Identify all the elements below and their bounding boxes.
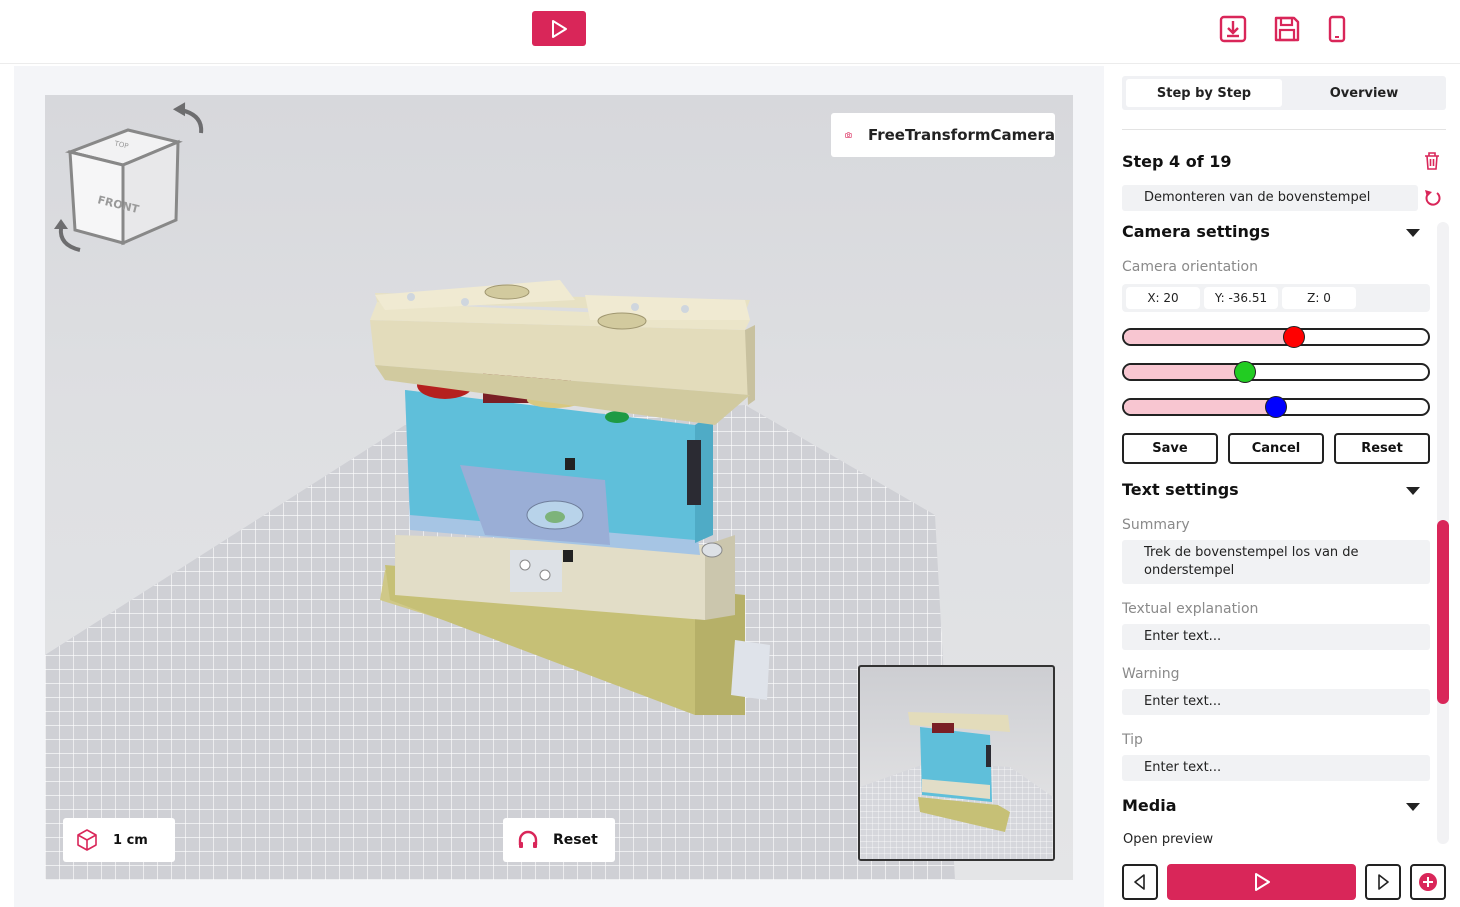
camera-settings-title[interactable]: Camera settings (1122, 222, 1270, 241)
camera-icon (845, 132, 852, 138)
view-tabs: Step by Step Overview (1122, 76, 1446, 110)
slider-fill (1124, 330, 1297, 344)
revert-step-button[interactable] (1423, 188, 1441, 212)
previous-step-button[interactable] (1122, 864, 1158, 900)
tab-overview[interactable]: Overview (1286, 79, 1442, 107)
play-button[interactable] (532, 11, 586, 46)
tip-input[interactable]: Enter text... (1122, 755, 1430, 781)
tab-step-by-step[interactable]: Step by Step (1126, 79, 1282, 107)
step-name-input[interactable]: Demonteren van de bovenstempel (1122, 185, 1418, 211)
cancel-button[interactable]: Cancel (1228, 433, 1324, 464)
save-button[interactable]: Save (1122, 433, 1218, 464)
play-step-button[interactable] (1167, 864, 1356, 900)
media-title[interactable]: Media (1122, 796, 1177, 815)
camera-mode-label: FreeTransformCamera (867, 126, 1055, 144)
download-icon (1219, 15, 1247, 43)
open-preview-link[interactable]: Open preview (1123, 832, 1213, 847)
top-toolbar (0, 0, 1460, 64)
delete-step-button[interactable] (1423, 151, 1441, 175)
orientation-z-slider-handle[interactable] (1265, 396, 1287, 418)
divider (1122, 129, 1446, 130)
slider-fill (1124, 400, 1278, 414)
download-button[interactable] (1216, 12, 1250, 46)
unit-scale-button[interactable]: 1 cm (63, 818, 175, 862)
triangle-right-icon (1378, 874, 1389, 890)
reset-view-button[interactable]: Reset (503, 818, 615, 862)
orientation-y-value[interactable]: Y: -36.51 (1204, 287, 1278, 309)
orientation-x-slider[interactable] (1122, 328, 1430, 346)
reset-view-label: Reset (553, 832, 598, 848)
summary-input[interactable]: Trek de bovenstempel los van de onderste… (1122, 540, 1430, 584)
orientation-y-slider[interactable] (1122, 363, 1430, 381)
triangle-left-icon (1134, 874, 1145, 890)
add-step-button[interactable] (1410, 864, 1446, 900)
unit-scale-label: 1 cm (113, 832, 148, 848)
mobile-icon (1328, 15, 1346, 43)
save-icon (1274, 16, 1300, 42)
camera-orientation-label: Camera orientation (1122, 259, 1258, 275)
orientation-x-value[interactable]: X: 20 (1126, 287, 1200, 309)
warning-input[interactable]: Enter text... (1122, 689, 1430, 715)
camera-settings-chevron-down-icon[interactable] (1406, 229, 1420, 237)
step-title: Step 4 of 19 (1122, 152, 1232, 171)
undo-icon (1425, 190, 1441, 206)
minimap-scene (860, 712, 1053, 859)
camera-orientation-values: X: 20 Y: -36.51 Z: 0 (1122, 284, 1430, 312)
textual-explanation-input[interactable]: Enter text... (1122, 624, 1430, 650)
play-icon (552, 19, 567, 38)
summary-label: Summary (1122, 517, 1190, 533)
text-settings-title[interactable]: Text settings (1122, 480, 1239, 499)
orientation-z-value[interactable]: Z: 0 (1282, 287, 1356, 309)
cube-icon (77, 829, 97, 851)
warning-label: Warning (1122, 666, 1180, 682)
save-file-button[interactable] (1270, 12, 1304, 46)
camera-mode-button[interactable]: FreeTransformCamera (831, 113, 1055, 157)
step-settings-scroll: Camera settings Camera orientation X: 20… (1122, 220, 1440, 850)
tip-label: Tip (1122, 732, 1143, 748)
media-chevron-down-icon[interactable] (1406, 803, 1420, 811)
preview-minimap[interactable] (858, 665, 1055, 861)
text-settings-chevron-down-icon[interactable] (1406, 487, 1420, 495)
headset-icon (518, 830, 538, 848)
plus-circle-icon (1419, 873, 1437, 891)
view-cube[interactable]: TOP FRONT (54, 102, 204, 252)
textual-explanation-label: Textual explanation (1122, 601, 1259, 617)
play-icon (1254, 873, 1270, 891)
trash-icon (1425, 152, 1439, 170)
slider-fill (1124, 365, 1248, 379)
mobile-preview-button[interactable] (1320, 12, 1354, 46)
reset-camera-button[interactable]: Reset (1334, 433, 1430, 464)
next-step-button[interactable] (1365, 864, 1401, 900)
